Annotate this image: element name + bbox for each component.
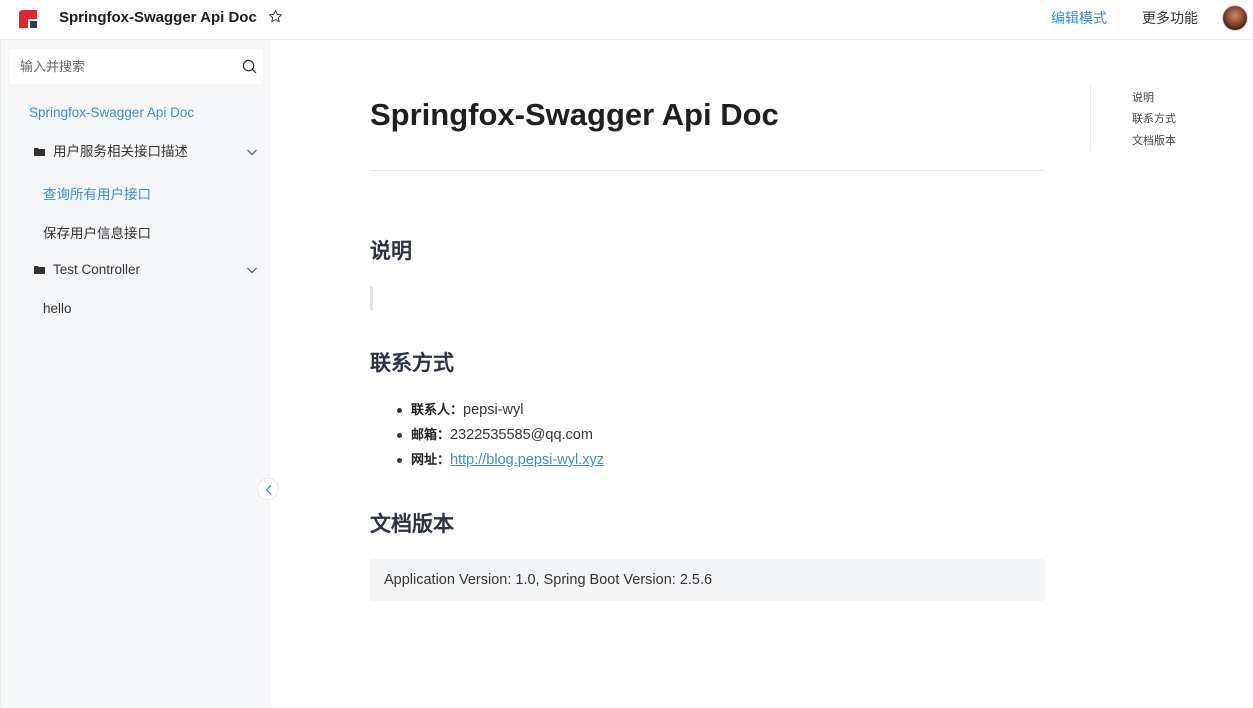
contact-value: 2322535585@qq.com — [450, 427, 593, 443]
description-heading: 说明 — [370, 240, 412, 263]
version-info: Application Version: 1.0, Spring Boot Ve… — [370, 559, 1045, 601]
sidebar-group-user-service[interactable]: 用户服务相关接口描述 — [34, 143, 260, 163]
table-of-contents: 说明 联系方式 文档版本 — [1090, 85, 1210, 151]
search-input[interactable] — [10, 49, 235, 84]
website-link[interactable]: http://blog.pepsi-wyl.xyz — [450, 452, 604, 468]
contact-value: pepsi-wyl — [463, 402, 524, 418]
chevron-down-icon[interactable] — [246, 264, 258, 276]
contact-item-person: 联系人：pepsi-wyl — [370, 400, 604, 425]
sidebar-group-test-controller[interactable]: Test Controller — [34, 261, 260, 281]
sidebar-item-hello[interactable]: hello — [43, 301, 72, 316]
toc-item-version[interactable]: 文档版本 — [1132, 134, 1176, 148]
sidebar-group-label: 用户服务相关接口描述 — [53, 144, 188, 159]
sidebar-root-link[interactable]: Springfox-Swagger Api Doc — [29, 105, 194, 120]
app-title: Springfox-Swagger Api Doc — [59, 9, 257, 26]
toc-item-description[interactable]: 说明 — [1132, 91, 1154, 105]
sidebar-item-query-all-users[interactable]: 查询所有用户接口 — [43, 183, 151, 203]
page-title: Springfox-Swagger Api Doc — [370, 97, 779, 132]
chevron-down-icon[interactable] — [246, 146, 258, 158]
sidebar: Springfox-Swagger Api Doc 用户服务相关接口描述 查询所… — [0, 40, 271, 708]
sidebar-group-label: Test Controller — [53, 262, 141, 277]
search-icon[interactable] — [242, 59, 257, 74]
folder-icon — [34, 148, 45, 156]
user-avatar[interactable] — [1222, 5, 1248, 31]
contact-key: 网址： — [411, 452, 451, 467]
description-blockquote — [370, 286, 373, 310]
contact-heading: 联系方式 — [370, 352, 454, 375]
contact-item-website: 网址：http://blog.pepsi-wyl.xyz — [370, 450, 604, 475]
contact-key: 邮箱： — [411, 427, 451, 442]
toc-item-contact[interactable]: 联系方式 — [1132, 112, 1176, 126]
contact-item-email: 邮箱：2322535585@qq.com — [370, 425, 604, 450]
app-logo-icon — [19, 10, 37, 28]
more-functions-link[interactable]: 更多功能 — [1142, 10, 1198, 26]
search-box — [10, 49, 263, 84]
sidebar-collapse-button[interactable] — [257, 478, 279, 500]
sidebar-item-save-user-info[interactable]: 保存用户信息接口 — [43, 222, 151, 242]
contact-list: 联系人：pepsi-wyl 邮箱：2322535585@qq.com 网址：ht… — [370, 400, 604, 475]
version-heading: 文档版本 — [370, 513, 454, 536]
star-icon[interactable] — [268, 9, 283, 24]
title-divider — [370, 170, 1045, 171]
folder-icon — [34, 266, 45, 274]
contact-key: 联系人： — [411, 402, 464, 417]
chevron-left-icon — [265, 485, 272, 495]
top-header: Springfox-Swagger Api Doc 编辑模式 更多功能 — [0, 0, 1253, 40]
edit-mode-link[interactable]: 编辑模式 — [1051, 10, 1107, 26]
